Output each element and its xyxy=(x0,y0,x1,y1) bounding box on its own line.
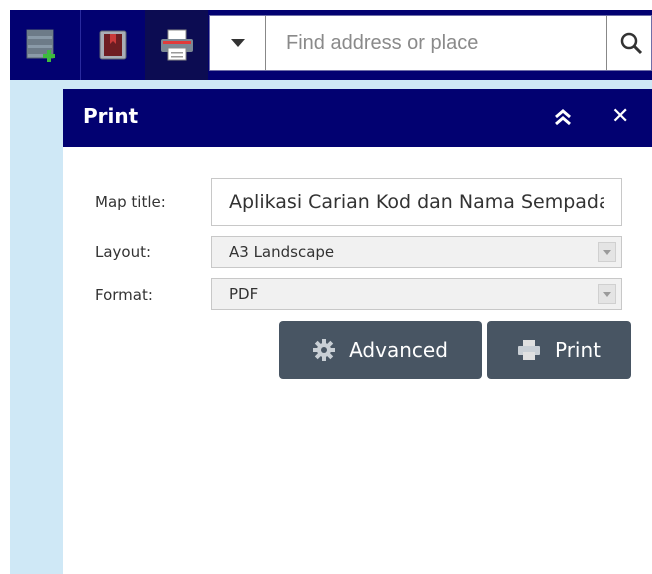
close-icon[interactable]: ✕ xyxy=(611,103,629,131)
format-value: PDF xyxy=(229,285,259,303)
printer-icon xyxy=(517,340,540,360)
layout-dropdown-arrow-icon[interactable] xyxy=(598,242,616,262)
map-title-label: Map title: xyxy=(95,193,166,211)
bookmarks-tool[interactable] xyxy=(80,10,145,80)
layout-select[interactable]: A3 Landscape xyxy=(211,236,622,268)
print-panel-header: Print ✕ xyxy=(63,89,652,147)
print-panel: Print ✕ Map title: Layout: A3 Landscape … xyxy=(63,89,652,574)
app-frame: Print ✕ Map title: Layout: A3 Landscape … xyxy=(10,10,652,574)
format-dropdown-arrow-icon[interactable] xyxy=(598,284,616,304)
print-icon xyxy=(160,29,193,61)
collapse-button[interactable] xyxy=(551,105,575,129)
bookmarks-icon xyxy=(99,30,127,60)
top-toolbar xyxy=(10,10,652,80)
advanced-button-label: Advanced xyxy=(349,338,448,362)
print-tool[interactable] xyxy=(145,10,208,80)
format-select[interactable]: PDF xyxy=(211,278,622,310)
add-data-tool[interactable] xyxy=(10,10,74,80)
layout-value: A3 Landscape xyxy=(229,243,335,261)
add-data-icon xyxy=(26,29,55,62)
layout-label: Layout: xyxy=(95,243,152,261)
search-source-dropdown[interactable] xyxy=(210,16,266,70)
double-chevron-up-icon xyxy=(555,109,571,126)
print-button-label: Print xyxy=(554,338,601,362)
advanced-button[interactable]: Advanced xyxy=(279,321,482,379)
panel-title: Print xyxy=(83,104,139,128)
gear-icon xyxy=(313,339,336,361)
search-icon xyxy=(620,32,642,55)
map-title-input[interactable] xyxy=(211,178,622,226)
search-input[interactable] xyxy=(266,16,606,70)
search-button[interactable] xyxy=(606,16,652,70)
print-button[interactable]: Print xyxy=(487,321,631,379)
search-box xyxy=(209,15,652,71)
caret-down-icon xyxy=(230,39,245,47)
format-label: Format: xyxy=(95,286,153,304)
